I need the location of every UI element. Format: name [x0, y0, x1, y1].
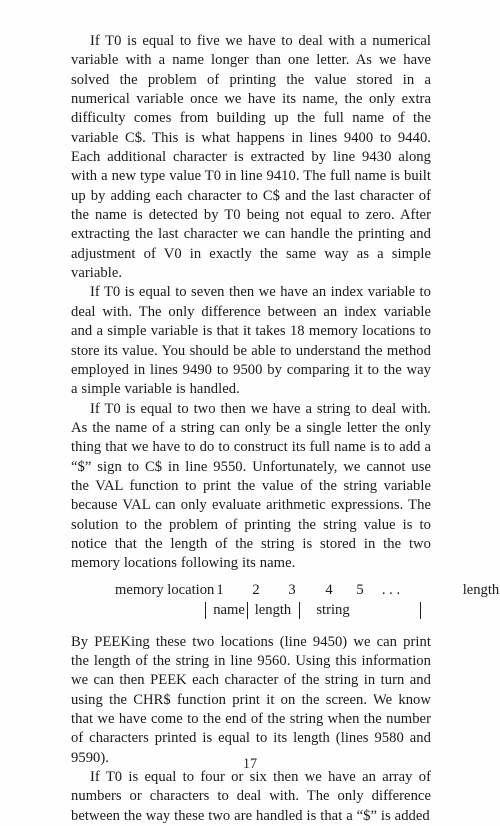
book-page: If T0 is equal to five we have to deal w… [0, 0, 500, 824]
diagram-divider-4 [420, 601, 421, 619]
paragraph-3: If T0 is equal to two then we have a str… [71, 400, 431, 572]
paragraph-2: If T0 is equal to seven then we have an … [71, 284, 431, 398]
diagram-column-number-4: 4 [325, 581, 333, 598]
page-number: 17 [242, 756, 258, 772]
diagram-divider-1 [205, 601, 206, 619]
diagram-cell-name: name [213, 601, 245, 618]
diagram-divider-2 [247, 601, 248, 619]
diagram-cells: 1 2 3 4 5 . . . length + 3 name length s… [71, 581, 500, 625]
page-text-body: If T0 is equal to five we have to deal w… [71, 32, 500, 826]
diagram-last-column-label: length + 3 [462, 581, 500, 598]
diagram-cell-length: length [254, 601, 292, 618]
diagram-column-number-2: 2 [252, 581, 260, 598]
diagram-column-number-1: 1 [216, 581, 224, 598]
diagram-cell-string: string [316, 601, 350, 618]
paragraph-5: If T0 is equal to four or six then we ha… [71, 769, 431, 824]
diagram-divider-3 [299, 601, 300, 619]
paragraph-1: If T0 is equal to five we have to deal w… [71, 33, 431, 282]
paragraph-4: By PEEKing these two locations (line 945… [71, 633, 431, 766]
diagram-column-number-3: 3 [288, 581, 296, 598]
memory-location-diagram: memory location 1 2 3 4 5 . . . length +… [71, 581, 500, 625]
